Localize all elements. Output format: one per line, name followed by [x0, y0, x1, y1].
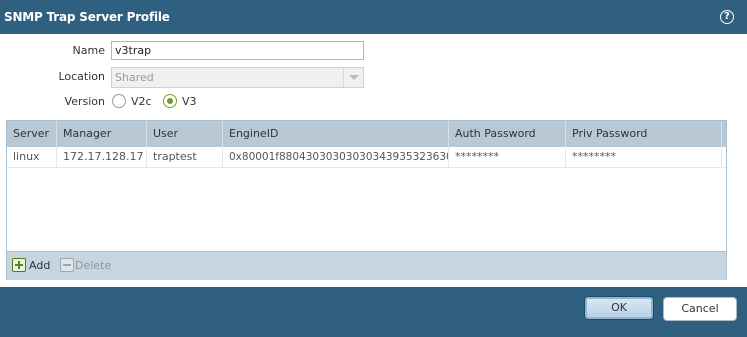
dialog-title: SNMP Trap Server Profile	[4, 10, 170, 24]
table-toolbar: Add Delete	[7, 251, 726, 280]
add-button-label: Add	[29, 259, 51, 272]
location-select[interactable]: Shared	[111, 67, 364, 88]
radio-v2c-label: V2c	[131, 95, 152, 108]
cell-user: traptest	[147, 147, 223, 167]
column-header-priv-password[interactable]: Priv Password	[566, 121, 722, 147]
column-header-auth-password[interactable]: Auth Password	[449, 121, 566, 147]
cell-auth-password: ********	[449, 147, 566, 167]
column-header-manager[interactable]: Manager	[57, 121, 147, 147]
dialog-body: Name v3trap Location Shared Version V2c …	[0, 34, 747, 287]
ok-button[interactable]: OK	[584, 296, 654, 320]
cancel-button[interactable]: Cancel	[663, 297, 737, 321]
snmp-trap-server-profile-dialog: SNMP Trap Server Profile ? Name v3trap L…	[0, 0, 747, 337]
name-input[interactable]: v3trap	[111, 41, 364, 60]
delete-button-label: Delete	[75, 259, 112, 272]
trap-servers-table: Server Manager User EngineID Auth Passwo…	[6, 120, 727, 280]
location-value: Shared	[115, 71, 154, 84]
cell-manager: 172.17.128.17	[57, 147, 147, 167]
radio-v3-label: V3	[182, 95, 197, 108]
column-header-server[interactable]: Server	[7, 121, 57, 147]
cell-engineid: 0x80001f8804303030303034393532363037	[223, 147, 449, 167]
cell-priv-password: ********	[566, 147, 722, 167]
version-label: Version	[64, 95, 105, 108]
column-header-user[interactable]: User	[147, 121, 223, 147]
table-header: Server Manager User EngineID Auth Passwo…	[7, 121, 726, 147]
minus-icon	[60, 258, 74, 272]
radio-v3[interactable]	[163, 94, 177, 108]
column-header-engineid[interactable]: EngineID	[223, 121, 449, 147]
radio-v2c[interactable]	[112, 94, 126, 108]
chevron-down-icon[interactable]	[343, 68, 363, 87]
plus-icon	[12, 258, 26, 272]
location-label: Location	[58, 70, 105, 83]
cell-server: linux	[7, 147, 57, 167]
table-row[interactable]: linux 172.17.128.17 traptest 0x80001f880…	[7, 147, 726, 168]
help-icon[interactable]: ?	[720, 10, 734, 24]
name-label: Name	[72, 44, 105, 57]
dialog-titlebar: SNMP Trap Server Profile ?	[0, 0, 747, 34]
